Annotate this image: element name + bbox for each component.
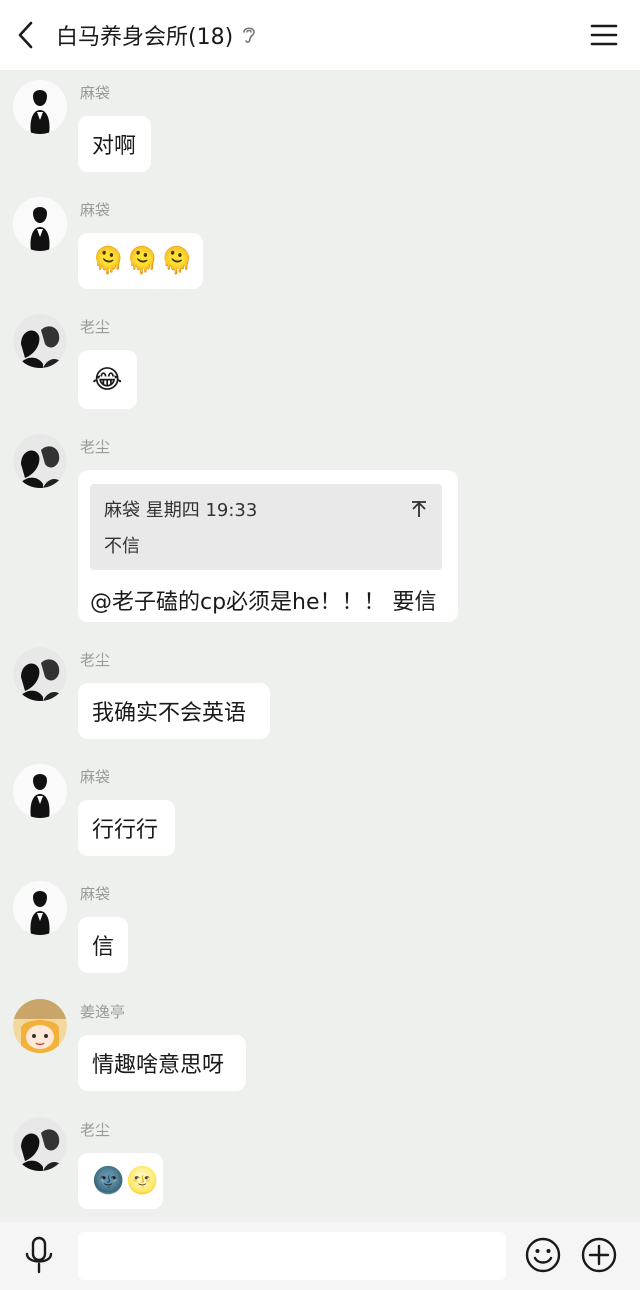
message-text: 我确实不会英语 [92,701,247,726]
message-bubble[interactable]: 行行行 [78,800,175,856]
message-list[interactable]: 麻袋 对啊 麻袋 🫠🫠🫠 老尘 😂 老尘 麻袋 星期四 19:33 不信 @老子… [0,70,640,1222]
message-text: 情趣啥意思呀 [92,1053,225,1078]
message-text: 信 [92,935,115,960]
sender-name: 麻袋 [80,84,111,102]
sender-name: 姜逸亭 [80,1003,126,1021]
message-bubble[interactable]: 对啊 [78,116,151,172]
message-text: 🫠🫠🫠 [92,246,196,276]
sender-name: 老尘 [80,438,111,456]
sender-name: 麻袋 [80,885,111,903]
message-bubble[interactable]: 😂 [78,350,137,409]
microphone-icon [25,1236,53,1274]
message-text: 对啊 [92,134,137,159]
message-bubble[interactable]: 🫠🫠🫠 [78,233,203,289]
message-bubble[interactable]: 🌚🌝 [78,1153,163,1209]
avatar[interactable] [13,999,67,1053]
menu-icon [590,24,618,46]
plus-icon [581,1237,617,1273]
message-bubble[interactable]: 我确实不会英语 [78,683,270,739]
smiley-icon [525,1237,561,1273]
sender-name: 麻袋 [80,768,111,786]
avatar[interactable] [13,434,67,488]
chat-title[interactable]: 白马养身会所(18) [56,19,233,51]
back-button[interactable] [0,0,52,70]
message-bubble[interactable]: 麻袋 星期四 19:33 不信 @老子磕的cp必须是he！！！ 要信 [78,470,458,622]
avatar[interactable] [13,764,67,818]
collapse-arrow-icon[interactable] [410,499,428,519]
message-text: 🌚🌝 [92,1166,161,1196]
message-bubble[interactable]: 情趣啥意思呀 [78,1035,246,1091]
quoted-message[interactable]: 麻袋 星期四 19:33 不信 [90,484,442,570]
chevron-left-icon [18,21,33,49]
more-button[interactable] [580,1236,618,1274]
message-text: @老子磕的cp必须是he！！！ 要信 [90,590,437,615]
sender-name: 老尘 [80,1121,111,1139]
message-text: 行行行 [92,818,159,843]
message-input[interactable] [78,1232,506,1280]
top-bar: 白马养身会所(18) [0,0,640,70]
avatar[interactable] [13,1117,67,1171]
ear-icon[interactable] [241,24,257,46]
avatar[interactable] [13,80,67,134]
avatar[interactable] [13,314,67,368]
sender-name: 老尘 [80,318,111,336]
message-bubble[interactable]: 信 [78,917,128,973]
avatar[interactable] [13,647,67,701]
quote-author-time: 麻袋 星期四 19:33 [104,500,258,521]
voice-button[interactable] [22,1236,56,1276]
avatar[interactable] [13,197,67,251]
sender-name: 麻袋 [80,201,111,219]
emoji-button[interactable] [524,1236,562,1274]
input-bar [0,1222,640,1290]
avatar[interactable] [13,881,67,935]
menu-button[interactable] [590,22,618,48]
message-text: 😂 [92,364,125,395]
quote-text: 不信 [104,536,140,557]
sender-name: 老尘 [80,651,111,669]
